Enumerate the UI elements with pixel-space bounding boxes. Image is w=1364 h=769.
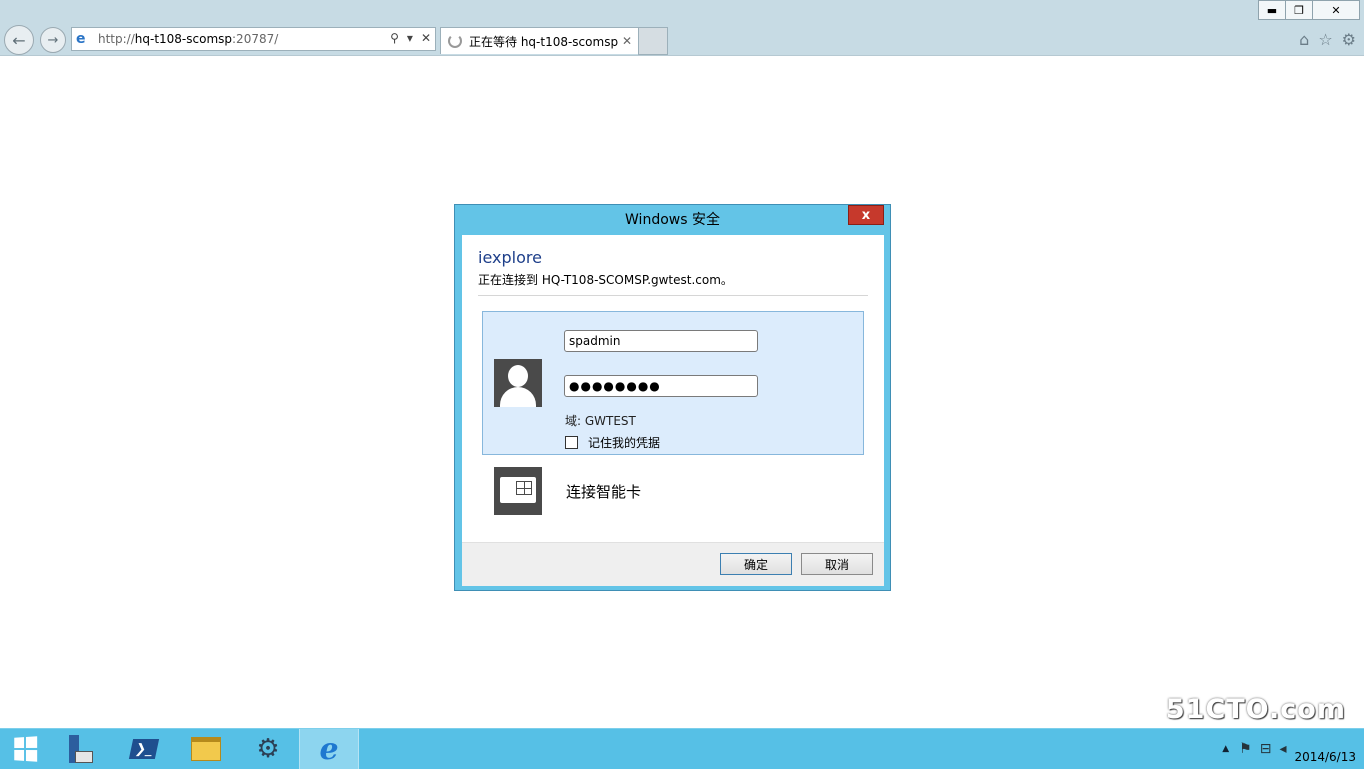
- dropdown-icon[interactable]: ▾: [407, 31, 413, 45]
- dialog-body: iexplore 正在连接到 HQ-T108-SCOMSP.gwtest.com…: [462, 235, 884, 586]
- back-arrow-icon: ←: [12, 30, 26, 50]
- start-button[interactable]: [0, 729, 50, 769]
- username-input[interactable]: spadmin: [564, 330, 758, 352]
- clock-date: 2014/6/13: [1294, 750, 1356, 764]
- settings-gear-icon[interactable]: ⚙: [1342, 30, 1356, 49]
- server-manager-icon: [67, 735, 93, 763]
- windows-security-dialog: Windows 安全 x iexplore 正在连接到 HQ-T108-SCOM…: [454, 204, 891, 591]
- back-button[interactable]: ←: [4, 25, 34, 55]
- tab-loading[interactable]: 正在等待 hq-t108-scomsp ✕: [440, 27, 639, 54]
- ok-button[interactable]: 确定: [720, 553, 792, 575]
- system-tray: ▲ ⚑ ⊟ ◂ 2014/6/13: [1222, 729, 1364, 769]
- remember-checkbox[interactable]: [565, 436, 578, 449]
- network-icon[interactable]: ⊟: [1260, 741, 1272, 757]
- user-avatar-icon: [494, 359, 542, 407]
- address-bar[interactable]: e http://hq-t108-scomsp:20787/ ⚲ ▾ ✕: [71, 27, 436, 51]
- volume-icon[interactable]: ◂: [1279, 741, 1286, 757]
- browser-toolbar: ▬ ❐ ✕ ← → e http://hq-t108-scomsp:20787/…: [0, 0, 1364, 56]
- dialog-title: Windows 安全: [625, 212, 720, 228]
- forward-arrow-icon: →: [47, 32, 59, 48]
- gears-icon: ⚙: [256, 734, 280, 764]
- flag-icon[interactable]: ⚑: [1239, 741, 1252, 757]
- folder-icon: [191, 737, 221, 761]
- domain-label: 域: GWTEST: [565, 414, 636, 428]
- loading-spinner-icon: [448, 34, 462, 48]
- clock[interactable]: 2014/6/13: [1294, 733, 1356, 765]
- powershell-icon: ❯_: [128, 739, 160, 759]
- tab-title: 正在等待 hq-t108-scomsp: [469, 34, 619, 49]
- server-manager-button[interactable]: [50, 729, 110, 769]
- credential-tile[interactable]: spadmin ●●●●●●●● 域: GWTEST 记住我的凭据: [482, 311, 864, 455]
- connecting-message: 正在连接到 HQ-T108-SCOMSP.gwtest.com。: [478, 273, 733, 287]
- favorites-star-icon[interactable]: ☆: [1318, 30, 1332, 49]
- dialog-button-bar: 确定 取消: [462, 542, 884, 586]
- control-panel-button[interactable]: ⚙: [238, 729, 298, 769]
- app-name: iexplore: [478, 248, 542, 267]
- dialog-close-button[interactable]: x: [848, 205, 884, 225]
- stop-icon[interactable]: ✕: [421, 31, 431, 45]
- minimize-button[interactable]: ▬: [1258, 0, 1286, 20]
- forward-button[interactable]: →: [40, 27, 66, 53]
- smartcard-option[interactable]: 连接智能卡: [566, 481, 641, 502]
- smartcard-icon[interactable]: [494, 467, 542, 515]
- show-hidden-icons-icon[interactable]: ▲: [1222, 744, 1229, 754]
- password-input[interactable]: ●●●●●●●●: [564, 375, 758, 397]
- search-icon[interactable]: ⚲: [390, 31, 399, 45]
- home-icon[interactable]: ⌂: [1299, 30, 1309, 49]
- remember-label: 记住我的凭据: [588, 436, 661, 450]
- window-controls: ▬ ❐ ✕: [1258, 0, 1360, 20]
- cancel-button[interactable]: 取消: [801, 553, 873, 575]
- file-explorer-button[interactable]: [176, 729, 236, 769]
- ie-page-icon: e: [76, 31, 86, 47]
- internet-explorer-button[interactable]: e: [299, 729, 359, 769]
- close-window-button[interactable]: ✕: [1312, 0, 1360, 20]
- new-tab-button[interactable]: [638, 27, 668, 55]
- powershell-button[interactable]: ❯_: [114, 729, 174, 769]
- internet-explorer-icon: e: [319, 731, 339, 767]
- watermark-logo: 51CTO.com: [1165, 694, 1346, 725]
- divider: [478, 295, 868, 296]
- restore-button[interactable]: ❐: [1285, 0, 1313, 20]
- address-url[interactable]: http://hq-t108-scomsp:20787/: [98, 32, 278, 46]
- remember-credentials[interactable]: 记住我的凭据: [565, 434, 660, 451]
- taskbar: ❯_ ⚙ e ▲ ⚑ ⊟ ◂ 2014/6/13: [0, 728, 1364, 769]
- windows-logo-icon: [14, 736, 38, 762]
- tab-close-icon[interactable]: ✕: [622, 34, 632, 48]
